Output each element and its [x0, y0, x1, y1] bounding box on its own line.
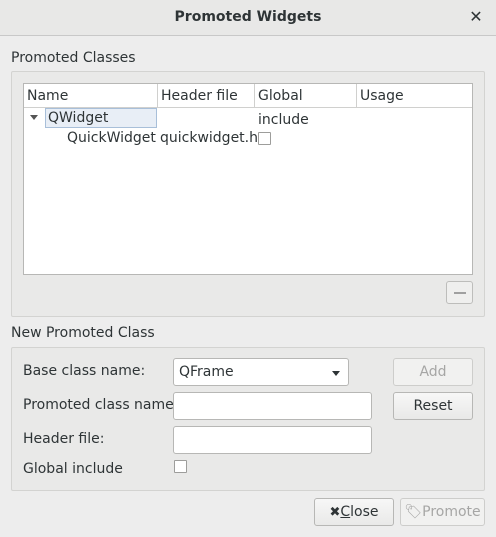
- close-label: lose: [350, 504, 379, 520]
- base-class-combo[interactable]: QFrame: [173, 358, 349, 386]
- remove-button[interactable]: [446, 281, 473, 304]
- tree-item-name: QuickWidget: [67, 130, 156, 146]
- expand-arrow-icon[interactable]: [30, 115, 38, 120]
- global-include-checkbox[interactable]: [258, 132, 271, 145]
- promote-button[interactable]: 🏷Promote: [400, 498, 485, 526]
- tree-header: Name Header file Global include Usage: [24, 84, 474, 128]
- window-title: Promoted Widgets: [174, 9, 322, 25]
- close-mnemonic: C: [340, 504, 351, 520]
- tree-row-qwidget[interactable]: QWidget: [24, 108, 472, 128]
- column-header-global-include[interactable]: Global include: [255, 84, 357, 128]
- promoted-classes-label: Promoted Classes: [11, 50, 136, 66]
- base-class-value: QFrame: [179, 364, 234, 380]
- promoted-class-input[interactable]: [173, 392, 372, 420]
- new-promoted-class-label: New Promoted Class: [11, 325, 155, 341]
- global-include-new-checkbox[interactable]: [174, 460, 187, 473]
- title-bar: Promoted Widgets ✕: [0, 0, 496, 36]
- header-file-label: Header file:: [23, 431, 105, 447]
- minus-icon: [454, 292, 466, 294]
- tree-row-quickwidget[interactable]: QuickWidget quickwidget.h: [24, 128, 472, 148]
- column-header-usage[interactable]: Usage: [357, 84, 474, 108]
- tree-item-header-file: quickwidget.h: [160, 130, 258, 146]
- x-icon: ✖: [329, 505, 341, 520]
- header-file-input[interactable]: [173, 426, 372, 454]
- promoted-class-label: Promoted class name:: [23, 397, 179, 413]
- tree-item-label[interactable]: QWidget: [45, 108, 157, 128]
- close-icon[interactable]: ✕: [468, 8, 484, 26]
- close-button[interactable]: ✖Close: [314, 498, 394, 526]
- add-button[interactable]: Add: [393, 358, 473, 386]
- promote-label: Promote: [422, 504, 481, 520]
- column-header-name[interactable]: Name: [24, 84, 158, 108]
- base-class-label: Base class name:: [23, 363, 146, 379]
- global-include-label: Global include: [23, 461, 123, 477]
- promoted-classes-tree[interactable]: Name Header file Global include Usage QW…: [23, 83, 473, 275]
- column-header-header-file[interactable]: Header file: [158, 84, 255, 108]
- reset-button[interactable]: Reset: [393, 392, 473, 420]
- chevron-down-icon: [332, 371, 340, 376]
- promote-tag-icon: 🏷: [404, 504, 423, 520]
